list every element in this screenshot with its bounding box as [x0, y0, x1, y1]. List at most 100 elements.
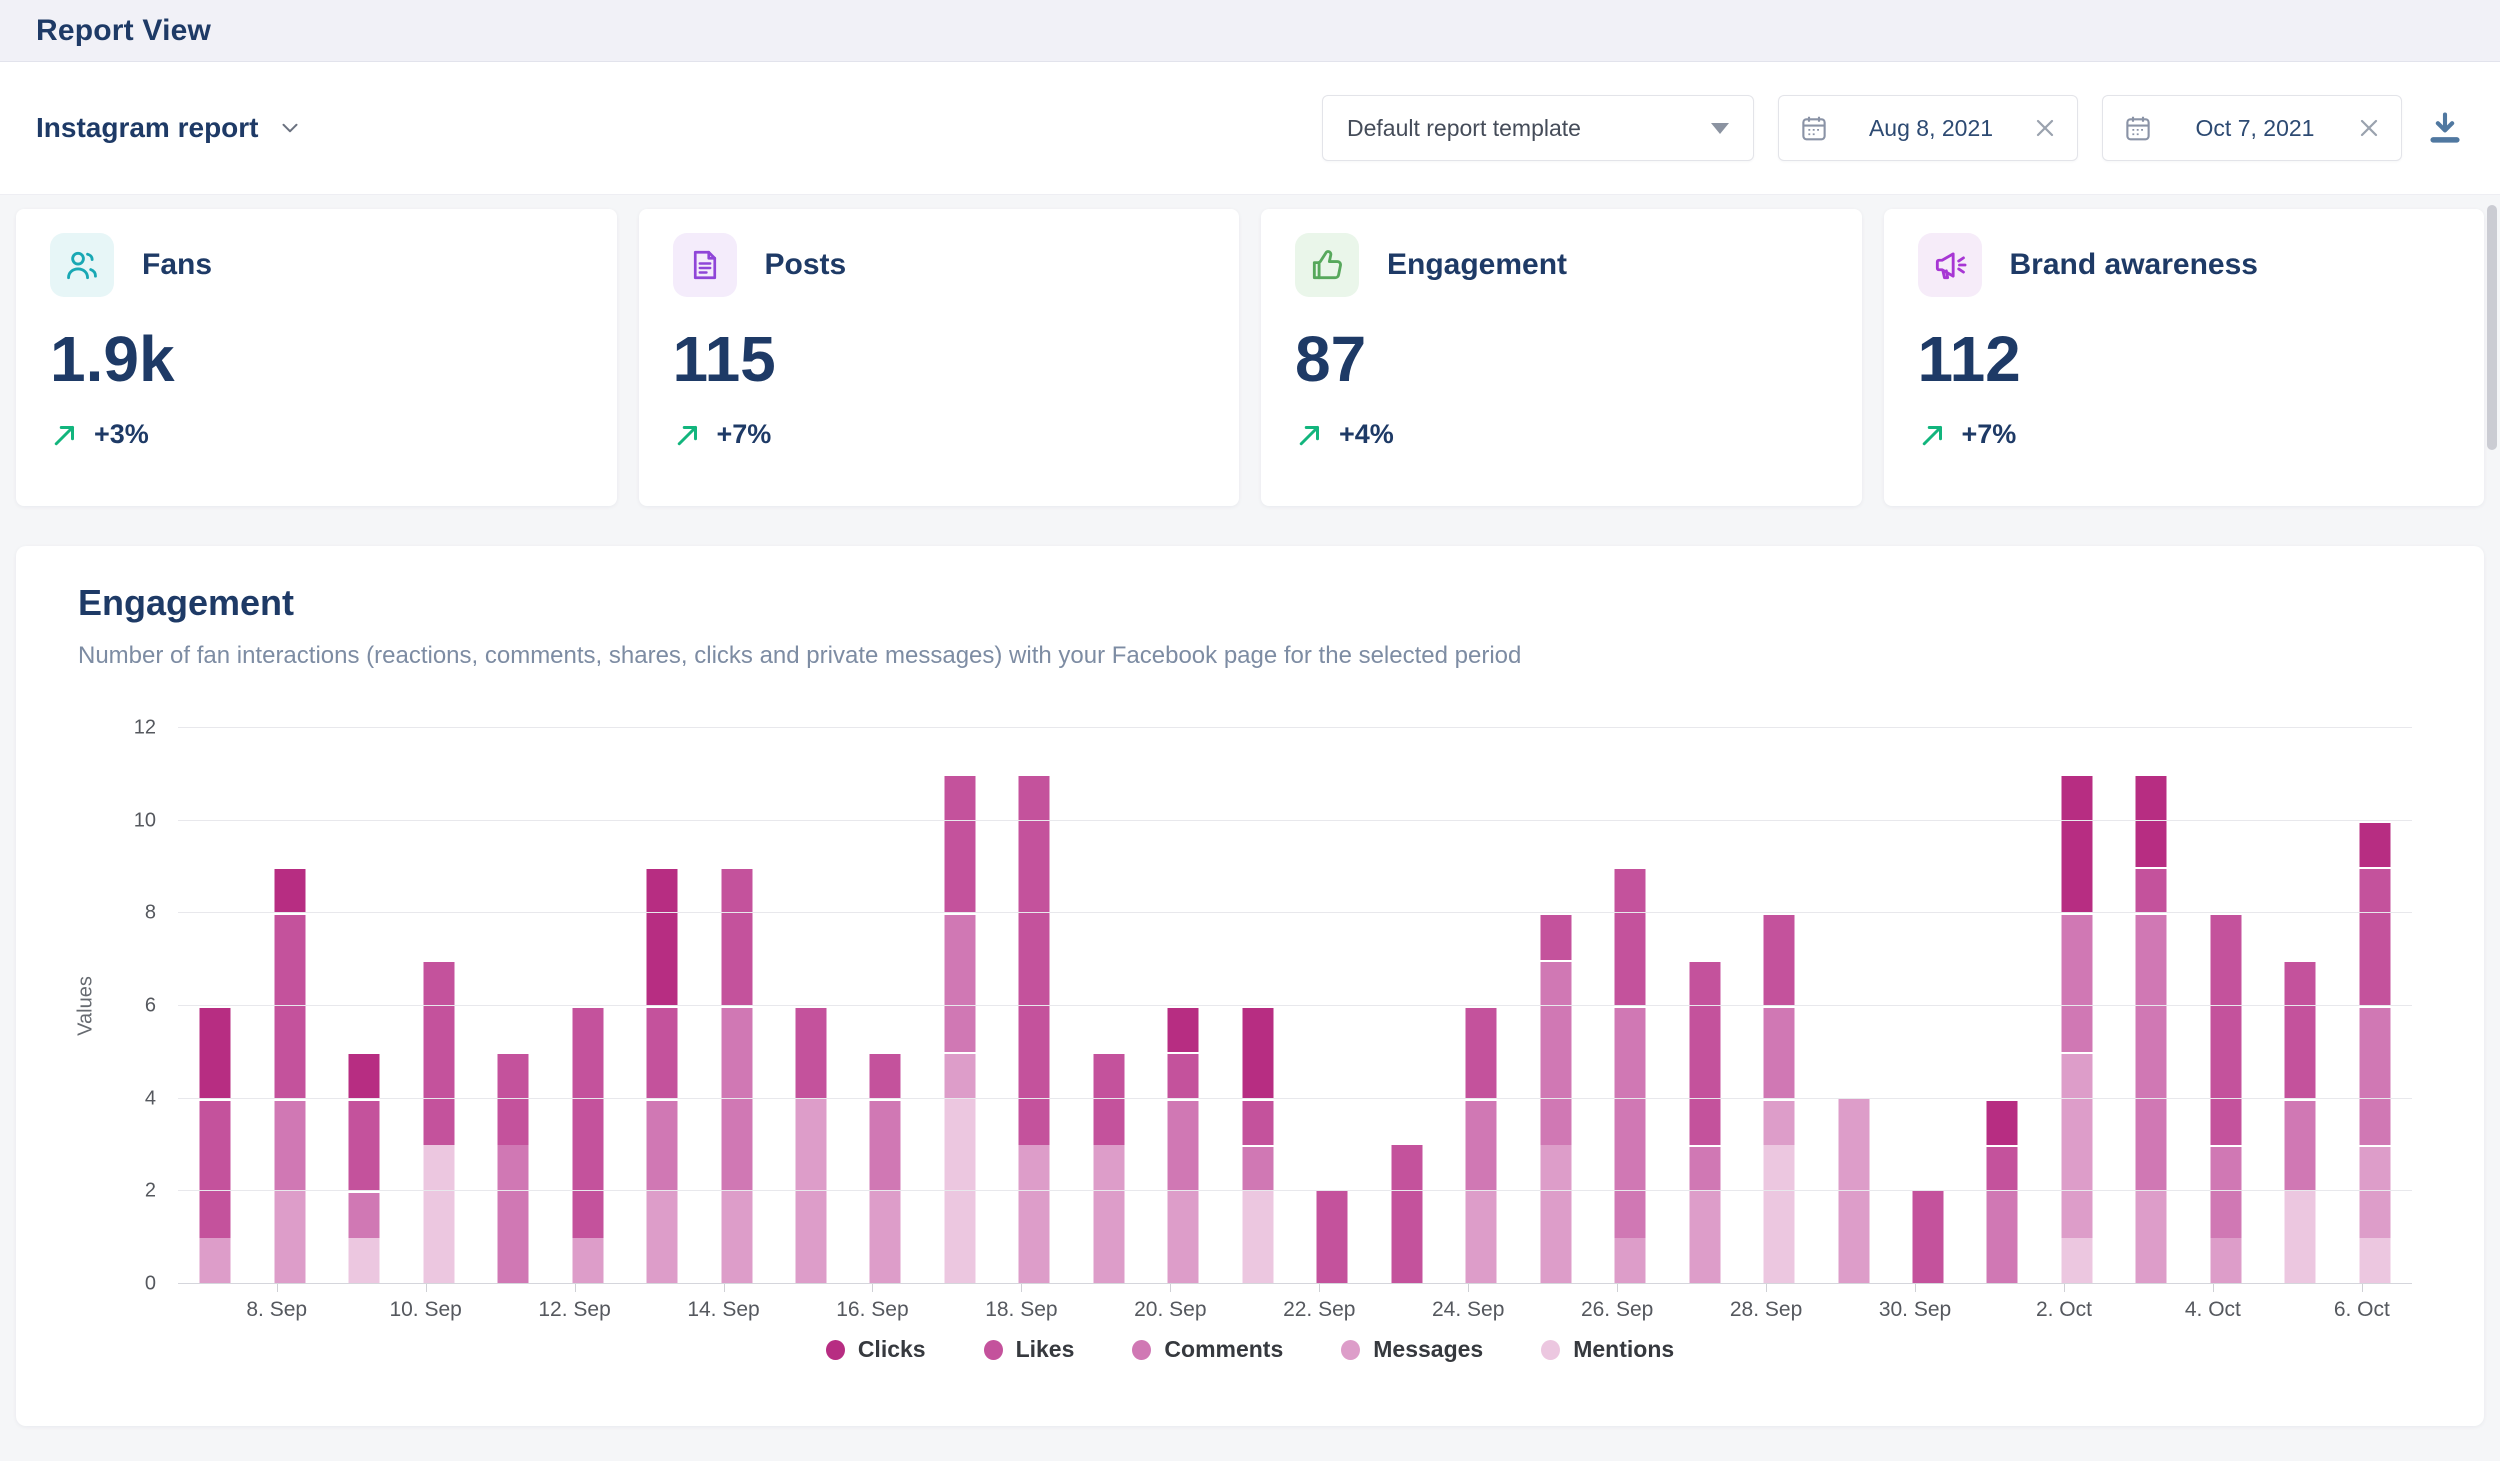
stacked-bar[interactable] — [1987, 728, 2018, 1284]
stacked-bar[interactable] — [200, 728, 231, 1284]
bar-segment-comments[interactable] — [870, 1099, 901, 1192]
stacked-bar[interactable] — [944, 728, 975, 1284]
bar-segment-messages[interactable] — [1093, 1145, 1124, 1284]
bar-segment-messages[interactable] — [1168, 1191, 1199, 1284]
bar-segment-likes[interactable] — [1242, 1099, 1273, 1145]
stacked-bar[interactable] — [1168, 728, 1199, 1284]
stacked-bar[interactable] — [1913, 728, 1944, 1284]
stacked-bar[interactable] — [1689, 728, 1720, 1284]
bar-segment-comments[interactable] — [1168, 1099, 1199, 1192]
stacked-bar[interactable] — [2285, 728, 2316, 1284]
bar-segment-comments[interactable] — [1987, 1191, 2018, 1284]
bar-segment-messages[interactable] — [1019, 1145, 1050, 1284]
bar-segment-likes[interactable] — [721, 867, 752, 1006]
stacked-bar[interactable] — [349, 728, 380, 1284]
stacked-bar[interactable] — [1838, 728, 1869, 1284]
bar-segment-clicks[interactable] — [647, 867, 678, 1006]
bar-segment-likes[interactable] — [1540, 913, 1571, 959]
stacked-bar[interactable] — [1764, 728, 1795, 1284]
bar-segment-messages[interactable] — [1764, 1099, 1795, 1145]
bar-segment-likes[interactable] — [274, 913, 305, 1098]
bar-segment-messages[interactable] — [1615, 1238, 1646, 1284]
bar-segment-comments[interactable] — [498, 1145, 529, 1284]
bar-segment-messages[interactable] — [2359, 1145, 2390, 1238]
bar-segment-likes[interactable] — [795, 1006, 826, 1099]
bar-segment-messages[interactable] — [200, 1238, 231, 1284]
date-to-clear-button[interactable] — [2357, 116, 2381, 140]
bar-segment-likes[interactable] — [2136, 867, 2167, 913]
bar-segment-likes[interactable] — [572, 1006, 603, 1238]
bar-segment-likes[interactable] — [1093, 1052, 1124, 1145]
stacked-bar[interactable] — [2136, 728, 2167, 1284]
stacked-bar[interactable] — [498, 728, 529, 1284]
bar-segment-messages[interactable] — [1466, 1191, 1497, 1284]
bar-segment-comments[interactable] — [721, 1006, 752, 1191]
bar-segment-comments[interactable] — [349, 1191, 380, 1237]
download-report-button[interactable] — [2426, 109, 2464, 147]
bar-segment-likes[interactable] — [2210, 913, 2241, 1145]
bar-segment-likes[interactable] — [1987, 1145, 2018, 1191]
bar-segment-likes[interactable] — [200, 1099, 231, 1238]
stacked-bar[interactable] — [647, 728, 678, 1284]
bar-segment-comments[interactable] — [1764, 1006, 1795, 1099]
bar-segment-comments[interactable] — [1689, 1145, 1720, 1191]
stacked-bar[interactable] — [572, 728, 603, 1284]
bar-segment-likes[interactable] — [944, 774, 975, 913]
bar-segment-likes[interactable] — [423, 960, 454, 1145]
bar-segment-messages[interactable] — [2210, 1238, 2241, 1284]
stacked-bar[interactable] — [1540, 728, 1571, 1284]
stacked-bar[interactable] — [1466, 728, 1497, 1284]
bar-segment-comments[interactable] — [1466, 1099, 1497, 1192]
stacked-bar[interactable] — [1019, 728, 1050, 1284]
bar-segment-clicks[interactable] — [349, 1052, 380, 1098]
bar-segment-mentions[interactable] — [349, 1238, 380, 1284]
stacked-bar[interactable] — [1391, 728, 1422, 1284]
bar-segment-messages[interactable] — [2061, 1052, 2092, 1237]
bar-segment-comments[interactable] — [2210, 1145, 2241, 1238]
bar-segment-likes[interactable] — [1689, 960, 1720, 1145]
bar-segment-likes[interactable] — [2285, 960, 2316, 1099]
legend-item-comments[interactable]: Comments — [1132, 1336, 1283, 1363]
bar-segment-likes[interactable] — [1391, 1145, 1422, 1284]
bar-segment-messages[interactable] — [572, 1238, 603, 1284]
bar-segment-mentions[interactable] — [423, 1145, 454, 1284]
bar-segment-likes[interactable] — [1913, 1191, 1944, 1284]
bar-segment-comments[interactable] — [1615, 1006, 1646, 1238]
stacked-bar[interactable] — [2210, 728, 2241, 1284]
bar-segment-likes[interactable] — [2359, 867, 2390, 1006]
bar-segment-likes[interactable] — [349, 1099, 380, 1192]
stacked-bar[interactable] — [423, 728, 454, 1284]
legend-item-likes[interactable]: Likes — [984, 1336, 1075, 1363]
date-from-clear-button[interactable] — [2033, 116, 2057, 140]
bar-segment-messages[interactable] — [721, 1191, 752, 1284]
bar-segment-comments[interactable] — [1540, 960, 1571, 1145]
bar-segment-likes[interactable] — [1168, 1052, 1199, 1098]
stacked-bar[interactable] — [274, 728, 305, 1284]
stacked-bar[interactable] — [2061, 728, 2092, 1284]
bar-segment-clicks[interactable] — [2061, 774, 2092, 913]
stacked-bar[interactable] — [1317, 728, 1348, 1284]
bar-segment-clicks[interactable] — [1242, 1006, 1273, 1099]
stacked-bar[interactable] — [1093, 728, 1124, 1284]
bar-segment-mentions[interactable] — [2285, 1191, 2316, 1284]
date-to-input[interactable]: Oct 7, 2021 — [2102, 95, 2402, 161]
legend-item-clicks[interactable]: Clicks — [826, 1336, 926, 1363]
bar-segment-clicks[interactable] — [200, 1006, 231, 1099]
bar-segment-comments[interactable] — [1242, 1145, 1273, 1191]
stacked-bar[interactable] — [2359, 728, 2390, 1284]
bar-segment-clicks[interactable] — [1987, 1099, 2018, 1145]
bar-segment-messages[interactable] — [1540, 1145, 1571, 1284]
bar-segment-messages[interactable] — [1689, 1191, 1720, 1284]
stacked-bar[interactable] — [795, 728, 826, 1284]
bar-segment-comments[interactable] — [274, 1099, 305, 1192]
bar-segment-comments[interactable] — [2061, 913, 2092, 1052]
bar-segment-comments[interactable] — [647, 1099, 678, 1192]
bar-segment-likes[interactable] — [1764, 913, 1795, 1006]
bar-segment-clicks[interactable] — [2136, 774, 2167, 867]
bar-segment-clicks[interactable] — [274, 867, 305, 913]
stacked-bar[interactable] — [870, 728, 901, 1284]
report-name-dropdown[interactable]: Instagram report — [36, 112, 303, 144]
bar-segment-likes[interactable] — [1466, 1006, 1497, 1099]
bar-segment-clicks[interactable] — [2359, 821, 2390, 867]
bar-segment-likes[interactable] — [1317, 1191, 1348, 1284]
